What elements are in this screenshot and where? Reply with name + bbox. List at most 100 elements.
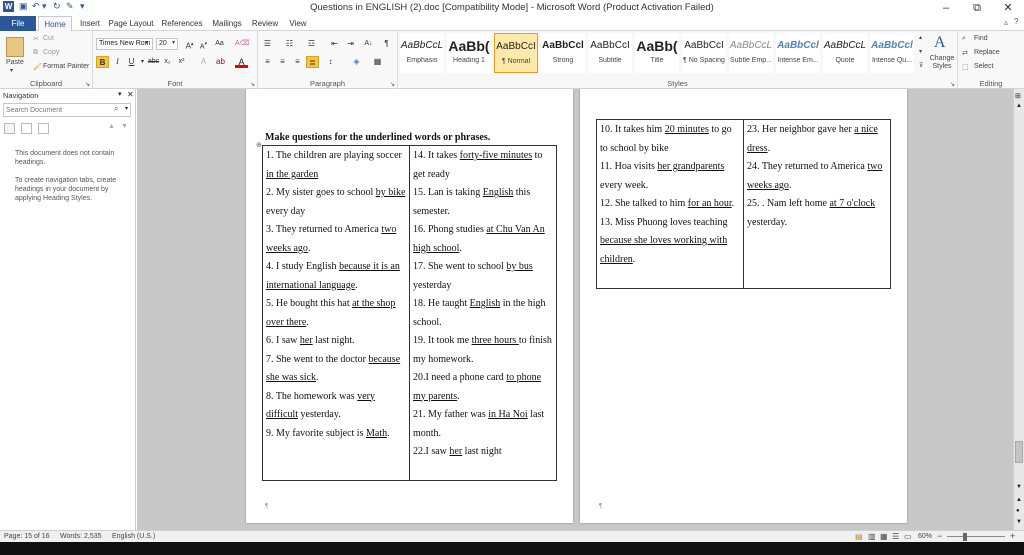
- shading-icon[interactable]: ◈: [350, 56, 363, 68]
- zoom-slider[interactable]: [947, 536, 1005, 537]
- nav-headings-tab-icon[interactable]: [4, 123, 15, 134]
- styles-scroll-up-icon[interactable]: ▴: [919, 34, 922, 41]
- nav-prev-icon[interactable]: ▲: [108, 123, 115, 130]
- styles-scroll-down-icon[interactable]: ▾: [919, 48, 922, 55]
- minimize-ribbon-icon[interactable]: ▵: [1004, 18, 1008, 27]
- nav-search-dropdown-icon[interactable]: ▾: [125, 105, 128, 112]
- style-intense-emphasis[interactable]: AaBbCcl Intense Em...: [776, 33, 820, 73]
- text-effects-icon[interactable]: A: [197, 56, 210, 68]
- sort-icon[interactable]: A↓: [362, 38, 375, 50]
- align-left-icon[interactable]: ≡: [261, 56, 274, 68]
- bold-button[interactable]: B: [96, 56, 109, 68]
- page-16[interactable]: 10. It takes him 20 minutes to go to sch…: [580, 89, 907, 523]
- close-button[interactable]: ✕: [994, 0, 1022, 16]
- copy-button[interactable]: Copy: [43, 49, 59, 56]
- language[interactable]: English (U.S.): [112, 533, 155, 540]
- nav-search-input[interactable]: [4, 104, 109, 116]
- style-subtle-emphasis[interactable]: AaBbCcL Subtle Emp...: [729, 33, 773, 73]
- zoom-level[interactable]: 60%: [918, 533, 932, 540]
- tab-insert[interactable]: Insert: [76, 16, 104, 31]
- scroll-thumb[interactable]: [1015, 441, 1023, 463]
- borders-icon[interactable]: ▦: [371, 56, 384, 68]
- styles-launcher-icon[interactable]: ↘: [950, 81, 955, 88]
- zoom-in-icon[interactable]: +: [1010, 531, 1015, 541]
- tab-review[interactable]: Review: [250, 16, 280, 31]
- increase-indent-icon[interactable]: ⇥: [344, 38, 357, 50]
- prev-page-icon[interactable]: ▲: [1016, 497, 1022, 503]
- style-quote[interactable]: AaBbCcL Quote: [823, 33, 867, 73]
- find-button[interactable]: Find: [974, 35, 988, 42]
- font-size-dropdown-icon[interactable]: ▾: [172, 39, 175, 46]
- page-15[interactable]: Make questions for the underlined words …: [246, 89, 573, 523]
- full-screen-icon[interactable]: ▥: [868, 532, 876, 541]
- maximize-button[interactable]: ⧉: [963, 0, 991, 16]
- strikethrough-button[interactable]: abc: [147, 56, 160, 68]
- tab-mailings[interactable]: Mailings: [210, 16, 244, 31]
- style-subtitle[interactable]: AaBbCcI Subtitle: [588, 33, 632, 73]
- clipboard-launcher-icon[interactable]: ↘: [85, 81, 90, 88]
- nav-search-icon[interactable]: ⌕: [114, 104, 118, 114]
- paste-dropdown-icon[interactable]: ▾: [10, 67, 13, 74]
- align-right-icon[interactable]: ≡: [291, 56, 304, 68]
- print-layout-icon[interactable]: ▤: [855, 532, 863, 541]
- style-heading-1[interactable]: AaBb(Heading 1: [447, 33, 491, 73]
- tab-home[interactable]: Home: [38, 16, 72, 31]
- format-painter-button[interactable]: Format Painter: [43, 63, 89, 70]
- browse-object-icon[interactable]: ●: [1016, 508, 1020, 514]
- align-center-icon[interactable]: ≡: [276, 56, 289, 68]
- change-case-icon[interactable]: Aa: [213, 38, 226, 50]
- outline-icon[interactable]: ☰: [892, 532, 899, 541]
- subscript-button[interactable]: x₂: [161, 56, 174, 68]
- replace-button[interactable]: Replace: [974, 49, 1000, 56]
- grow-font-icon[interactable]: A▴: [183, 38, 196, 51]
- highlight-icon[interactable]: ab: [214, 56, 227, 68]
- styles-more-icon[interactable]: ⊽: [919, 62, 923, 69]
- superscript-button[interactable]: x²: [175, 56, 188, 68]
- select-button[interactable]: Select: [974, 63, 993, 70]
- cut-button[interactable]: Cut: [43, 35, 54, 42]
- tab-page-layout[interactable]: Page Layout: [108, 16, 154, 31]
- style-intense-quote[interactable]: AaBbCcl Intense Qu...: [870, 33, 914, 73]
- paragraph-launcher-icon[interactable]: ↘: [390, 81, 395, 88]
- tab-file[interactable]: File: [0, 16, 36, 31]
- line-spacing-icon[interactable]: ↕: [324, 56, 337, 68]
- word-count[interactable]: Words: 2,535: [60, 533, 102, 540]
- zoom-out-icon[interactable]: −: [937, 531, 942, 541]
- scroll-up-icon[interactable]: ▲: [1016, 103, 1022, 109]
- style-strong[interactable]: AaBbCcl Strong: [541, 33, 585, 73]
- style-emphasis[interactable]: AaBbCcL Emphasis: [400, 33, 444, 73]
- clear-formatting-icon[interactable]: A⌫: [235, 38, 250, 50]
- bullets-icon[interactable]: ☰: [261, 38, 274, 50]
- show-formatting-icon[interactable]: ¶: [380, 38, 393, 50]
- change-styles-icon[interactable]: A: [934, 34, 946, 52]
- nav-pages-tab-icon[interactable]: [21, 123, 32, 134]
- view-ruler-icon[interactable]: ⊞: [1015, 92, 1021, 100]
- shrink-font-icon[interactable]: A▾: [197, 38, 210, 50]
- nav-results-tab-icon[interactable]: [38, 123, 49, 134]
- font-color-icon[interactable]: A: [235, 56, 248, 68]
- zoom-slider-thumb[interactable]: [963, 533, 967, 541]
- paste-button[interactable]: Paste: [6, 59, 24, 66]
- minimize-button[interactable]: –: [932, 0, 960, 16]
- decrease-indent-icon[interactable]: ⇤: [328, 38, 341, 50]
- paste-icon[interactable]: [6, 37, 24, 57]
- web-layout-icon[interactable]: ▦: [880, 532, 888, 541]
- style-normal[interactable]: AaBbCcI ¶ Normal: [494, 33, 538, 73]
- italic-button[interactable]: I: [111, 56, 124, 68]
- justify-icon[interactable]: ≣: [306, 56, 319, 68]
- page-count[interactable]: Page: 15 of 16: [4, 533, 50, 540]
- style-no-spacing[interactable]: AaBbCcI ¶ No Spacing: [682, 33, 726, 73]
- draft-icon[interactable]: ▭: [904, 532, 912, 541]
- tab-references[interactable]: References: [160, 16, 204, 31]
- tab-view[interactable]: View: [286, 16, 310, 31]
- font-launcher-icon[interactable]: ↘: [250, 81, 255, 88]
- nav-options-icon[interactable]: ▾: [118, 90, 122, 98]
- vertical-scrollbar[interactable]: ⊞ ▲ ▼ ▲ ● ▼: [1013, 89, 1024, 530]
- change-styles-button[interactable]: Change Styles: [926, 55, 958, 71]
- font-name-dropdown-icon[interactable]: ▾: [145, 39, 148, 46]
- nav-search-box[interactable]: ⌕ ▾: [3, 103, 131, 117]
- nav-next-icon[interactable]: ▼: [121, 123, 128, 130]
- scroll-down-icon[interactable]: ▼: [1016, 484, 1022, 490]
- table-move-handle-icon[interactable]: ⊕: [256, 136, 262, 155]
- next-page-icon[interactable]: ▼: [1016, 519, 1022, 525]
